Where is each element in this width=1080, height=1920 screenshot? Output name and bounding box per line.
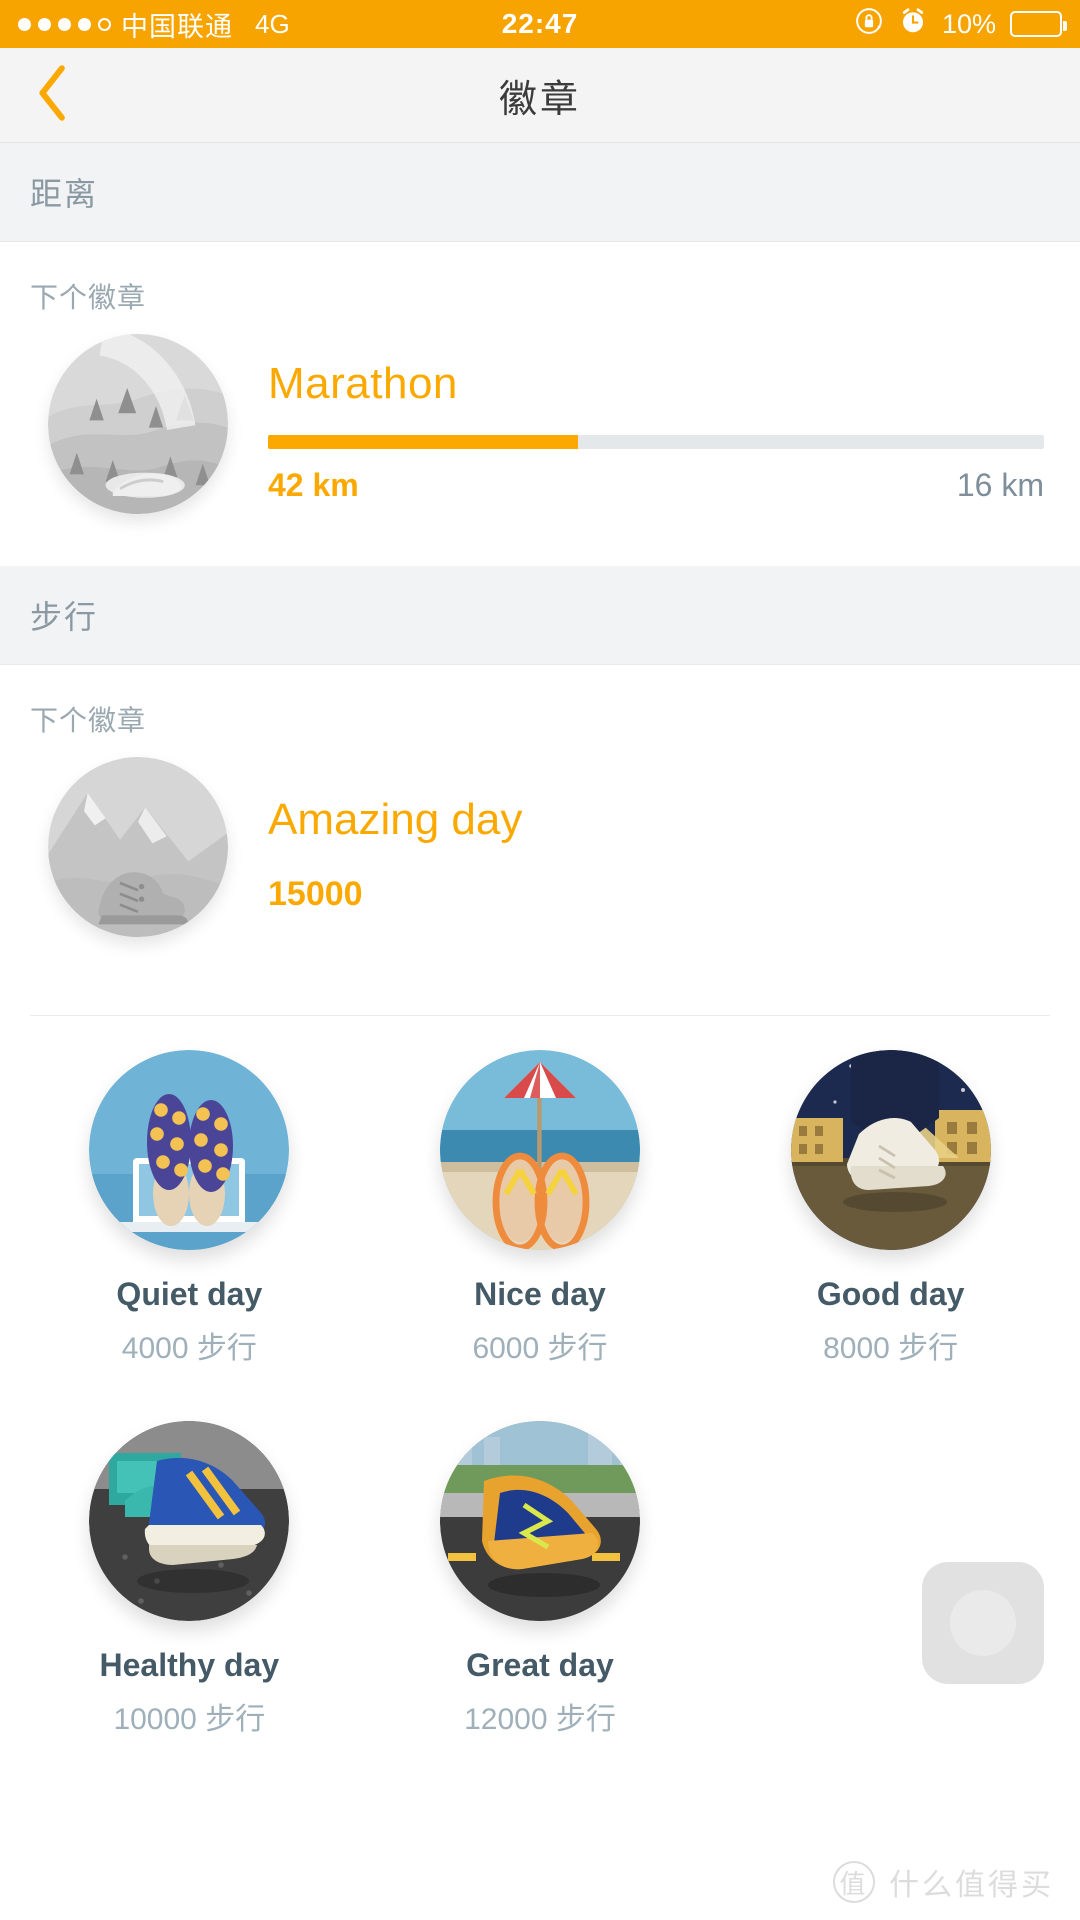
status-bar: 中国联通 4G 22:47 10% xyxy=(0,0,1080,48)
section-header-walking: 步行 xyxy=(0,566,1080,665)
badge-artwork xyxy=(439,1050,640,1250)
watermark-logo-icon: 值 xyxy=(833,1861,875,1903)
marathon-remaining-value: 16 km xyxy=(956,466,1044,503)
marathon-progress-track xyxy=(268,434,1044,449)
next-badge-label-walking: 下个徽章 xyxy=(30,705,147,736)
battery-icon xyxy=(1010,11,1067,37)
slippers-laptop-icon xyxy=(89,1050,290,1250)
night-city-dressshoes-icon xyxy=(790,1050,991,1250)
skateboard-sneakers-icon xyxy=(89,1421,290,1621)
marathon-progress-values: 42 km 16 km xyxy=(268,467,1044,504)
badge-requirement: 12000 步行 xyxy=(464,1703,616,1736)
badge-artwork xyxy=(439,1421,640,1621)
chevron-left-icon xyxy=(31,63,75,128)
beach-flipflops-icon xyxy=(439,1050,640,1250)
marathon-badge-row: Marathon 42 km 16 km xyxy=(30,326,1050,536)
badge-artwork xyxy=(790,1050,991,1250)
badge-requirement: 10000 步行 xyxy=(113,1703,266,1736)
battery-percent: 10% xyxy=(941,8,996,39)
distance-badge-card[interactable]: 下个徽章 Marathon 42 km 16 km xyxy=(0,242,1080,566)
badge-item[interactable]: Good day 8000 步行 xyxy=(715,1050,1066,1367)
road-running-shoes-icon xyxy=(439,1421,640,1621)
badge-requirement: 6000 步行 xyxy=(472,1332,608,1365)
amazing-day-info: Amazing day 15000 xyxy=(268,795,1050,914)
walking-badge-card[interactable]: 下个徽章 Amazing day 15000 xyxy=(0,665,1080,989)
navigation-bar: 徽章 xyxy=(0,48,1080,143)
assistive-touch-inner-circle xyxy=(950,1590,1016,1656)
hills-landscape-locked-icon xyxy=(48,334,228,514)
watermark: 值 什么值得买 xyxy=(833,1860,1054,1904)
badge-requirement: 4000 步行 xyxy=(121,1332,257,1365)
amazing-day-steps: 15000 xyxy=(268,874,363,913)
amazing-day-title: Amazing day xyxy=(268,794,523,844)
badge-name: Nice day xyxy=(474,1276,606,1312)
marathon-badge-artwork xyxy=(30,326,240,536)
badge-requirement: 8000 步行 xyxy=(823,1332,959,1365)
badge-item[interactable]: Great day 12000 步行 xyxy=(365,1421,716,1738)
watermark-text: 什么值得买 xyxy=(889,1869,1054,1902)
marathon-progress: Marathon 42 km 16 km xyxy=(268,359,1050,504)
badge-artwork xyxy=(89,1421,290,1621)
alarm-clock-icon xyxy=(898,6,928,43)
back-button[interactable] xyxy=(18,60,88,130)
badge-item[interactable]: Healthy day 10000 步行 xyxy=(14,1421,365,1738)
badge-name: Healthy day xyxy=(99,1647,280,1683)
badge-name: Good day xyxy=(816,1276,965,1312)
badge-item[interactable]: Quiet day 4000 步行 xyxy=(14,1050,365,1367)
assistive-touch-button[interactable] xyxy=(922,1562,1044,1684)
amazing-day-badge-row: Amazing day 15000 xyxy=(30,749,1050,959)
marathon-current-value: 42 km xyxy=(268,466,359,503)
badge-artwork xyxy=(89,1050,290,1250)
marathon-title: Marathon xyxy=(268,358,458,408)
mountain-boot-locked-icon xyxy=(48,757,228,937)
page-title: 徽章 xyxy=(498,78,581,121)
marathon-progress-fill xyxy=(268,434,579,449)
amazing-day-badge-artwork xyxy=(30,749,240,959)
badge-name: Quiet day xyxy=(116,1276,263,1312)
next-badge-label-distance: 下个徽章 xyxy=(30,282,147,313)
section-header-distance: 距离 xyxy=(0,143,1080,242)
badge-item[interactable]: Nice day 6000 步行 xyxy=(365,1050,716,1367)
badge-name: Great day xyxy=(466,1647,614,1683)
earned-badges-grid: Quiet day 4000 步行 Nice day 6000 步行 Good … xyxy=(0,1016,1080,1792)
status-bar-right: 10% xyxy=(854,6,1067,43)
rotation-lock-icon xyxy=(854,6,884,43)
